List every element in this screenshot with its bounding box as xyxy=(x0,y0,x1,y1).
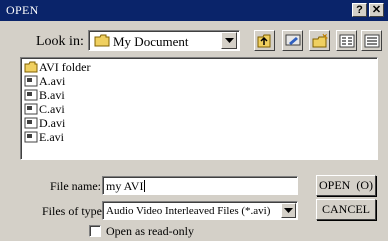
list-view-button[interactable] xyxy=(336,30,357,51)
open-hotkey: (O) xyxy=(356,178,373,192)
list-item-label: B.avi xyxy=(39,88,65,102)
list-item-label: C.avi xyxy=(39,102,65,116)
video-file-icon xyxy=(24,89,38,101)
open-button-label: OPEN xyxy=(318,178,351,192)
list-item-label: A.avi xyxy=(39,74,66,88)
open-button[interactable]: OPEN (O) xyxy=(316,175,376,196)
folder-icon xyxy=(24,61,38,73)
lookin-combo[interactable]: My Document xyxy=(88,30,240,51)
desktop-icon xyxy=(285,34,301,46)
desktop-button[interactable] xyxy=(282,30,303,51)
list-item-label: E.avi xyxy=(39,130,64,144)
lookin-label: Look in: xyxy=(36,34,84,49)
filename-input[interactable]: my AVI xyxy=(102,176,298,195)
cancel-button[interactable]: CANCEL xyxy=(316,199,376,220)
video-file-icon xyxy=(24,75,38,87)
window-title: OPEN xyxy=(6,3,39,17)
details-view-button[interactable] xyxy=(361,30,382,51)
lookin-value: My Document xyxy=(113,34,189,49)
readonly-label: Open as read-only xyxy=(106,224,194,238)
filename-label: File name: xyxy=(50,179,101,193)
chevron-down-icon xyxy=(224,38,234,43)
text-caret xyxy=(144,180,146,192)
list-item-label: AVI folder xyxy=(39,60,91,74)
filename-value: my AVI xyxy=(106,179,144,193)
new-folder-button[interactable] xyxy=(309,30,330,51)
video-file-icon xyxy=(24,103,38,115)
title-bar[interactable]: OPEN ? ✕ xyxy=(0,0,388,21)
up-one-level-button[interactable] xyxy=(254,30,275,51)
list-view-icon xyxy=(339,34,355,48)
video-file-icon xyxy=(24,117,38,129)
filetype-select[interactable]: Audio Video Interleaved Files (*.avi) xyxy=(102,201,298,220)
list-item-label: D.avi xyxy=(39,116,66,130)
folder-icon xyxy=(94,34,110,47)
help-button[interactable]: ? xyxy=(352,3,367,17)
chevron-down-icon xyxy=(284,208,293,213)
lookin-dropdown-button[interactable] xyxy=(221,32,237,49)
filetype-dropdown-button[interactable] xyxy=(281,203,296,218)
file-list[interactable]: AVI folder A.avi B.avi C.avi D.avi E.avi xyxy=(20,57,378,160)
new-folder-icon xyxy=(312,33,328,48)
readonly-checkbox[interactable] xyxy=(89,225,101,237)
close-button[interactable]: ✕ xyxy=(369,3,384,17)
filetype-value: Audio Video Interleaved Files (*.avi) xyxy=(106,205,271,217)
filetype-label: Files of type: xyxy=(42,204,106,218)
video-file-icon xyxy=(24,131,38,143)
details-view-icon xyxy=(364,34,380,48)
up-one-level-icon xyxy=(257,34,271,48)
